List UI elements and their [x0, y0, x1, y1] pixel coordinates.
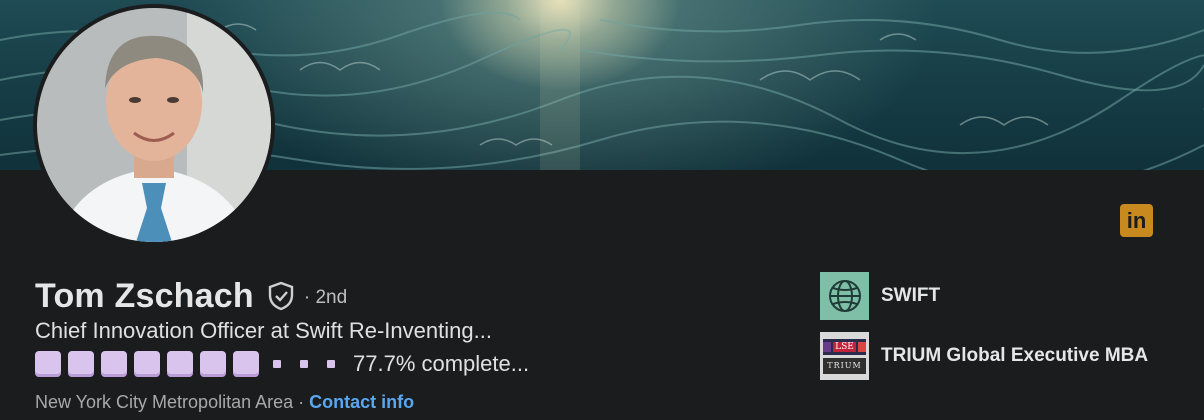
progress-block — [233, 351, 259, 377]
linkedin-icon[interactable]: in — [1120, 204, 1153, 237]
contact-info-link[interactable]: Contact info — [309, 392, 414, 412]
profile-headline: Chief Innovation Officer at Swift Re-Inv… — [35, 318, 492, 343]
affiliation-name: TRIUM Global Executive MBA — [881, 345, 1149, 366]
location-row: New York City Metropolitan Area · Contac… — [35, 392, 414, 413]
progress-block — [167, 351, 193, 377]
progress-block — [101, 351, 127, 377]
progress-label: 77.7% complete... — [353, 351, 530, 376]
trium-wordmark: TRIUM — [823, 357, 866, 374]
profile-photo — [37, 8, 271, 242]
lse-mark: LSE — [833, 341, 856, 352]
name-row: Tom Zschach · 2nd — [35, 276, 347, 316]
progress-dot — [300, 360, 308, 368]
affiliation-trium[interactable]: LSE TRIUM TRIUM Global Executive MBA — [820, 332, 1148, 380]
profile-location: New York City Metropolitan Area — [35, 392, 294, 412]
trium-logo: LSE TRIUM — [820, 332, 869, 380]
progress-block — [35, 351, 61, 377]
progress-block — [134, 351, 160, 377]
shield-check-icon[interactable] — [266, 280, 296, 312]
globe-icon — [820, 272, 869, 320]
connection-degree: · 2nd — [303, 286, 348, 308]
progress-dot — [273, 360, 281, 368]
profile-progress: 77.7% complete... — [35, 350, 529, 378]
progress-block — [200, 351, 226, 377]
progress-block — [68, 351, 94, 377]
affiliation-name: SWIFT — [881, 285, 941, 306]
profile-avatar[interactable] — [33, 4, 275, 246]
profile-name: Tom Zschach — [35, 276, 254, 315]
separator: · — [293, 392, 310, 412]
affiliation-swift[interactable]: SWIFT — [820, 272, 940, 320]
progress-dot — [327, 360, 335, 368]
